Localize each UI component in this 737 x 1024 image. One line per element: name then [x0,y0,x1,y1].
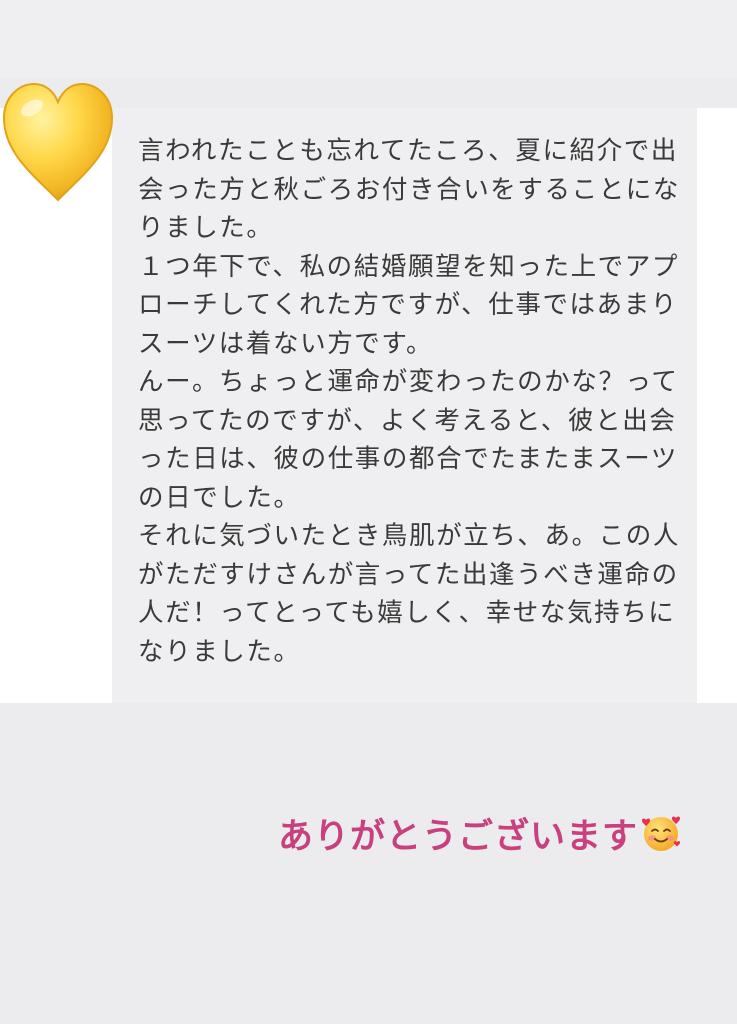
thanks-text: ありがとうございます [278,816,639,857]
smiling-face-with-hearts-icon [641,816,681,851]
right-margin-strip [697,108,737,703]
top-band [0,0,737,78]
yellow-heart-icon [2,82,114,202]
thanks-caption: ありがとうございます [278,808,708,858]
message-text: 言われたことも忘れてたころ、夏に紹介で出会った方と秋ごろお付き合いをすることにな… [138,136,681,667]
